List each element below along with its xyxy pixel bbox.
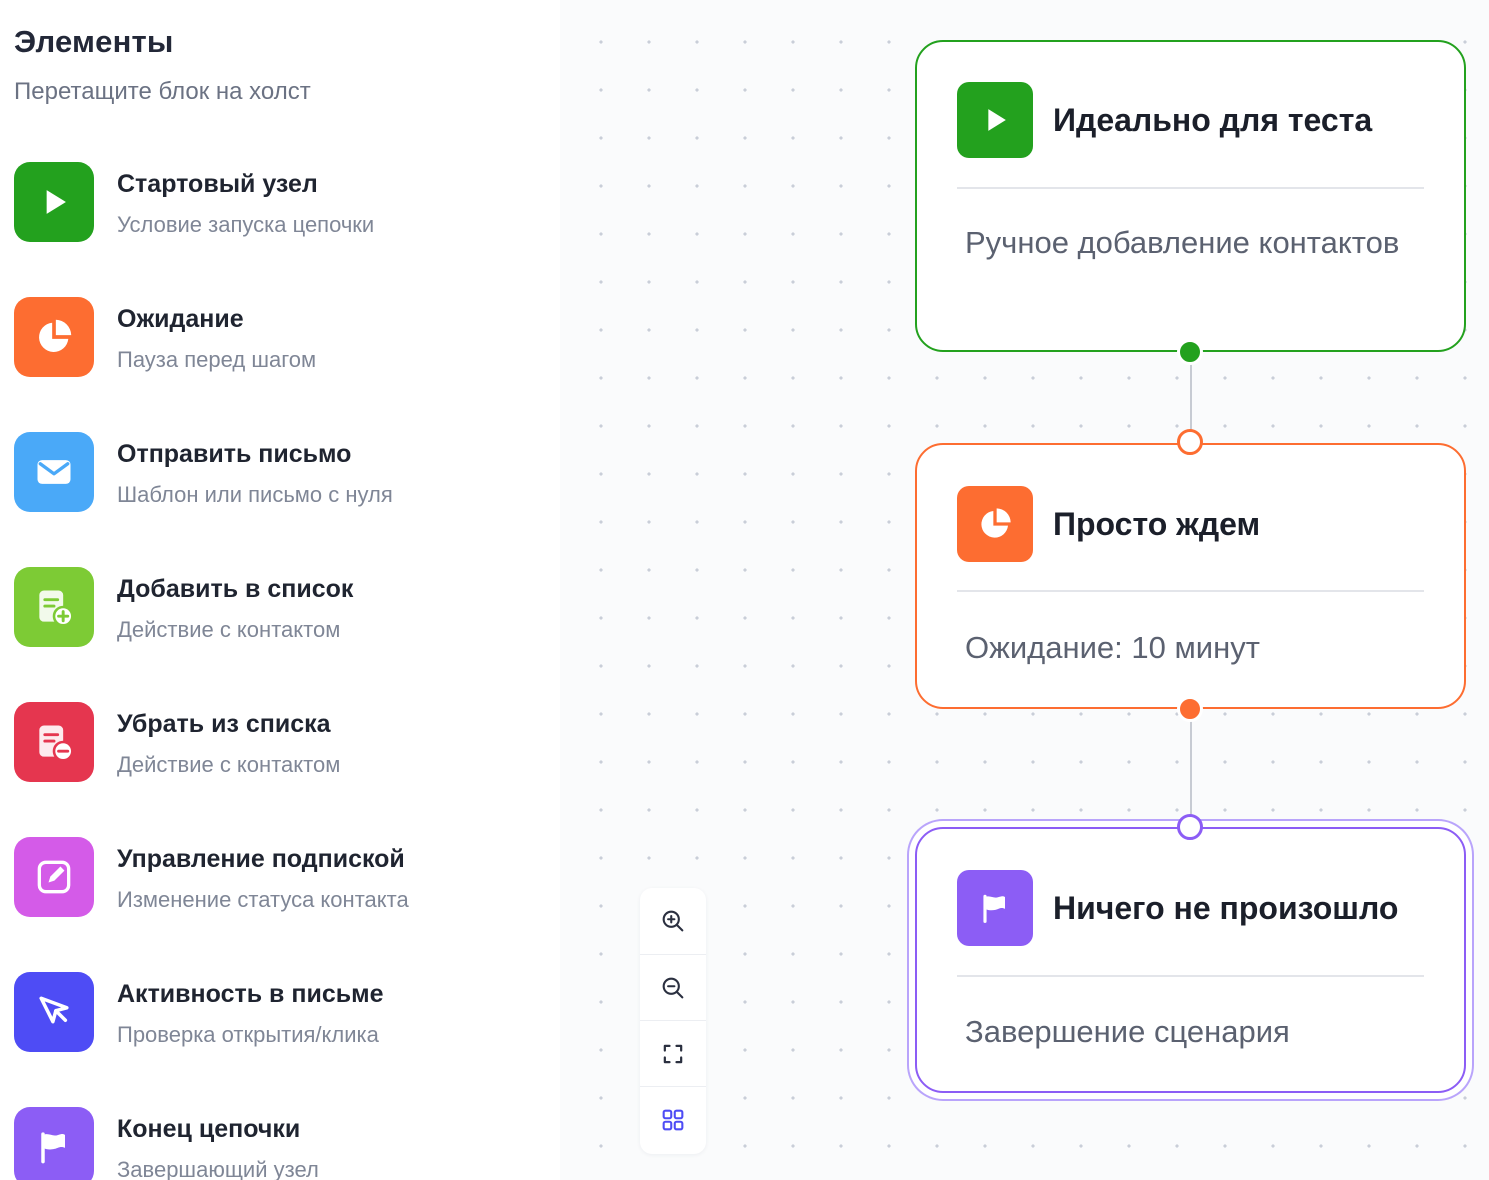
palette-item-start-node[interactable]: Стартовый узел Условие запуска цепочки bbox=[14, 162, 534, 246]
output-port-wait[interactable] bbox=[1177, 696, 1203, 722]
node-divider bbox=[957, 975, 1424, 977]
palette-item-label: Управление подпиской bbox=[117, 845, 405, 873]
canvas-controls bbox=[640, 888, 706, 1154]
list-add-icon bbox=[14, 567, 94, 647]
list-remove-icon bbox=[14, 702, 94, 782]
node-title: Идеально для теста bbox=[1053, 102, 1373, 138]
palette-item-desc: Изменение статуса контакта bbox=[117, 887, 409, 912]
node-description: Ожидание: 10 минут bbox=[965, 630, 1260, 665]
node-start[interactable]: Идеально для теста Ручное добавление кон… bbox=[915, 40, 1466, 352]
zoom-out-button[interactable] bbox=[640, 954, 706, 1020]
zoom-in-button[interactable] bbox=[640, 888, 706, 954]
palette-item-end-chain[interactable]: Конец цепочки Завершающий узел bbox=[14, 1107, 534, 1180]
sidebar-title: Элементы bbox=[14, 24, 174, 59]
fit-view-icon bbox=[663, 1044, 683, 1063]
zoom-in-icon bbox=[662, 910, 684, 932]
palette-item-label: Отправить письмо bbox=[117, 440, 352, 468]
fit-view-button[interactable] bbox=[640, 1020, 706, 1086]
palette-item-desc: Завершающий узел bbox=[117, 1157, 319, 1180]
palette-item-label: Конец цепочки bbox=[117, 1115, 301, 1143]
flag-icon bbox=[14, 1107, 94, 1180]
pie-clock-icon bbox=[14, 297, 94, 377]
palette-item-email-activity[interactable]: Активность в письме Проверка открытия/кл… bbox=[14, 972, 534, 1056]
node-wait[interactable]: Просто ждем Ожидание: 10 минут bbox=[915, 443, 1466, 709]
play-icon bbox=[957, 82, 1033, 158]
sidebar-subtitle: Перетащите блок на холст bbox=[14, 78, 311, 105]
pie-clock-icon bbox=[957, 486, 1033, 562]
edge-wait-to-end[interactable] bbox=[1190, 710, 1192, 828]
palette-item-label: Добавить в список bbox=[117, 575, 354, 603]
mail-icon bbox=[14, 432, 94, 512]
node-description: Завершение сценария bbox=[965, 1014, 1290, 1049]
palette-item-desc: Условие запуска цепочки bbox=[117, 212, 375, 237]
elements-sidebar: Элементы Перетащите блок на холст Старто… bbox=[0, 0, 560, 1180]
palette-item-subscription[interactable]: Управление подпиской Изменение статуса к… bbox=[14, 837, 534, 921]
palette-item-label: Убрать из списка bbox=[117, 710, 331, 738]
input-port-wait[interactable] bbox=[1177, 429, 1203, 455]
cursor-icon bbox=[14, 972, 94, 1052]
palette-item-desc: Действие с контактом bbox=[117, 617, 341, 642]
node-divider bbox=[957, 590, 1424, 592]
edit-icon bbox=[14, 837, 94, 917]
node-title: Просто ждем bbox=[1053, 506, 1261, 542]
input-port-end[interactable] bbox=[1177, 814, 1203, 840]
palette-item-remove-from-list[interactable]: Убрать из списка Действие с контактом bbox=[14, 702, 534, 786]
palette-item-label: Стартовый узел bbox=[117, 170, 318, 198]
node-divider bbox=[957, 187, 1424, 189]
node-end[interactable]: Ничего не произошло Завершение сценария bbox=[915, 827, 1466, 1093]
palette-item-desc: Шаблон или письмо с нуля bbox=[117, 482, 393, 507]
grid-icon bbox=[662, 1109, 684, 1130]
palette-item-label: Ожидание bbox=[117, 305, 244, 333]
play-icon bbox=[14, 162, 94, 242]
zoom-out-icon bbox=[662, 977, 684, 998]
output-port-start[interactable] bbox=[1177, 339, 1203, 365]
palette-item-wait[interactable]: Ожидание Пауза перед шагом bbox=[14, 297, 534, 381]
node-description: Ручное добавление контактов bbox=[965, 225, 1400, 260]
palette-item-send-email[interactable]: Отправить письмо Шаблон или письмо с нул… bbox=[14, 432, 534, 516]
palette-item-add-to-list[interactable]: Добавить в список Действие с контактом bbox=[14, 567, 534, 651]
grid-button[interactable] bbox=[640, 1086, 706, 1152]
flag-icon bbox=[957, 870, 1033, 946]
palette-item-desc: Проверка открытия/клика bbox=[117, 1022, 379, 1047]
palette-item-desc: Пауза перед шагом bbox=[117, 347, 317, 372]
palette-item-desc: Действие с контактом bbox=[117, 752, 341, 777]
node-title: Ничего не произошло bbox=[1053, 890, 1399, 926]
palette-item-label: Активность в письме bbox=[117, 980, 384, 1008]
